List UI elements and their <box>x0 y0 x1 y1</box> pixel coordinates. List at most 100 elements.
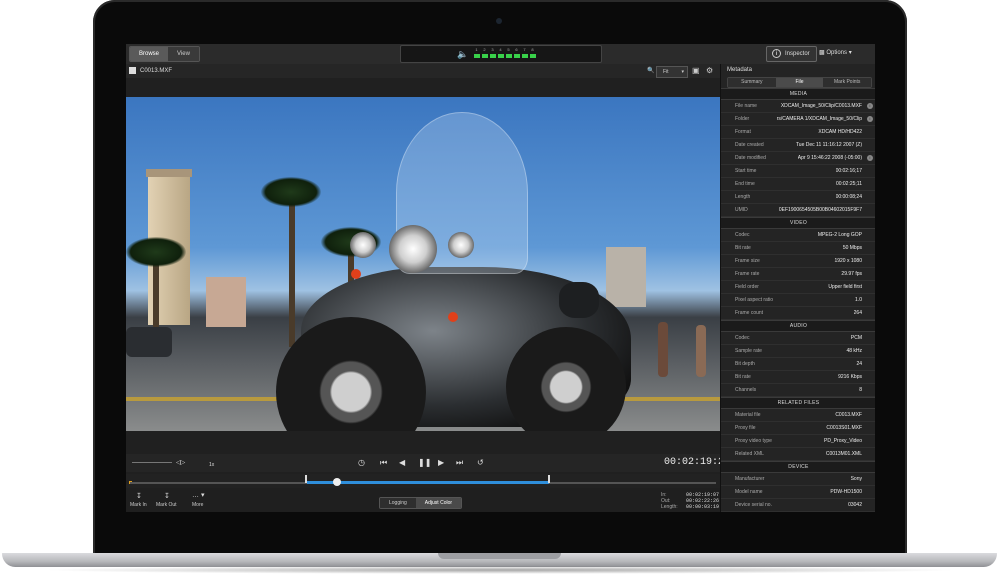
meter-led <box>529 54 536 58</box>
palm-trunk <box>289 197 295 347</box>
mark-in-icon[interactable]: ↧ <box>136 492 142 500</box>
length-label: Length: <box>661 504 678 510</box>
metadata-row: Frame rate 29.97 fps <box>721 268 875 281</box>
section-header-media[interactable]: MEDIA <box>721 88 875 100</box>
audio-meter: 🔈 12345678 <box>400 45 602 63</box>
metadata-key: Bit rate <box>735 245 751 251</box>
metadata-value: 50 Mbps <box>842 245 862 251</box>
tab-file[interactable]: File <box>775 78 824 87</box>
meter-channel: 4 <box>497 47 504 58</box>
metadata-key: Folder <box>735 116 750 122</box>
skip-forward-icon[interactable]: ⏭ <box>456 458 463 468</box>
meter-channel: 8 <box>529 47 536 58</box>
pedestrian <box>658 322 668 377</box>
skip-back-icon[interactable]: ⏮ <box>380 458 387 468</box>
step-forward-icon[interactable]: ▶ <box>438 458 444 468</box>
metadata-key: Channels <box>735 387 757 393</box>
options-button[interactable]: ▩ Options ▾ <box>819 46 852 60</box>
tab-summary[interactable]: Summary <box>728 78 776 87</box>
meter-channel-number: 7 <box>523 47 526 52</box>
section-header-related[interactable]: RELATED FILES <box>721 397 875 409</box>
metadata-row: Date modified Apr 9 15:46:22 2008 (-05:00… <box>721 152 875 165</box>
passenger-backrest <box>559 282 599 318</box>
metadata-key: Frame size <box>735 258 760 264</box>
mode-toggle: Logging Adjust Color <box>379 497 463 509</box>
clock-icon[interactable]: ◷ <box>358 458 365 468</box>
info-icon[interactable]: i <box>867 116 873 122</box>
metadata-row: File name XDCAM_Image_50/Clip/C0013.MXF i <box>721 100 875 113</box>
tab-view[interactable]: View <box>168 47 199 61</box>
metadata-value: 9216 Kbps <box>838 374 862 380</box>
meter-channel-number: 5 <box>507 47 510 52</box>
palm-trunk <box>153 257 159 337</box>
camera-dot <box>496 18 502 24</box>
step-back-icon[interactable]: ◀ <box>399 458 405 468</box>
meter-channel: 3 <box>489 47 496 58</box>
zoom-value: Fit <box>663 69 669 75</box>
tab-logging[interactable]: Logging <box>380 498 416 508</box>
metadata-row: Related XML C0013M01.XML <box>721 448 875 461</box>
pause-icon[interactable]: ❚❚ <box>418 458 431 468</box>
laptop-notch <box>438 553 561 559</box>
metadata-key: Proxy file <box>735 425 756 431</box>
metadata-value: 1.0 <box>855 297 862 303</box>
mark-out-button[interactable]: Mark Out <box>156 502 177 508</box>
metadata-value: XDCAM HD/HD422 <box>818 129 862 135</box>
mark-in-button[interactable]: Mark In <box>130 502 147 508</box>
info-icon[interactable]: i <box>867 103 873 109</box>
metadata-row: Format XDCAM HD/HD422 <box>721 126 875 139</box>
info-icon[interactable]: i <box>867 155 873 161</box>
mark-out-icon[interactable]: ↧ <box>164 492 170 500</box>
more-icon[interactable]: … ▾ <box>192 491 204 499</box>
metadata-row: Pixel aspect ratio 1.0 <box>721 294 875 307</box>
metadata-value: 29.97 fps <box>841 271 862 277</box>
section-header-device[interactable]: DEVICE <box>721 461 875 473</box>
fullscreen-icon[interactable]: ▣ <box>692 66 700 76</box>
tab-browse[interactable]: Browse <box>130 47 169 61</box>
in-out-range[interactable] <box>307 481 549 484</box>
gear-icon[interactable]: ⚙ <box>706 66 713 76</box>
in-point-handle[interactable] <box>305 475 307 483</box>
shuttle-slider[interactable] <box>132 462 172 463</box>
shuttle-icon[interactable]: ◁▷ <box>176 458 185 468</box>
metadata-key: Codec <box>735 335 750 341</box>
metadata-row: Start time 00:02:16;17 <box>721 165 875 178</box>
clip-header: C0013.MXF 🔍 Fit ▾ ▣ ⚙ <box>126 64 720 78</box>
metadata-row: Codec PCM <box>721 332 875 345</box>
inspector-button[interactable]: i Inspector <box>766 46 817 62</box>
metadata-value: 264 <box>853 310 862 316</box>
timeline[interactable] <box>126 474 720 488</box>
tab-adjust-color[interactable]: Adjust Color <box>415 498 462 508</box>
meter-channel-number: 8 <box>531 47 534 52</box>
speaker-icon[interactable]: 🔈 <box>457 49 468 60</box>
playhead[interactable] <box>333 478 341 486</box>
headlight <box>389 225 437 273</box>
more-button[interactable]: More <box>192 502 203 508</box>
metadata-row: Model name PDW-HD1500 <box>721 486 875 499</box>
meter-led <box>505 54 512 58</box>
loop-icon[interactable]: ↺ <box>477 458 484 468</box>
metadata-key: Date modified <box>735 155 766 161</box>
metadata-key: Bit depth <box>735 361 755 367</box>
section-header-video[interactable]: VIDEO <box>721 217 875 229</box>
metadata-value: PD_Proxy_Video <box>824 438 862 444</box>
search-icon[interactable]: 🔍 <box>647 66 654 76</box>
metadata-row: Frame size 1920 x 1080 <box>721 255 875 268</box>
in-out-values: 00:02:19:07 00:02:22:26 00:00:03:19 <box>686 492 719 510</box>
metadata-key: Start time <box>735 168 757 174</box>
meter-led <box>481 54 488 58</box>
zoom-select[interactable]: Fit ▾ <box>656 66 688 78</box>
metadata-key: Material file <box>735 412 761 418</box>
section-header-audio[interactable]: AUDIO <box>721 320 875 332</box>
metadata-value: 00:02:16;17 <box>835 168 862 174</box>
turn-signal <box>351 269 361 279</box>
out-point-handle[interactable] <box>548 475 550 483</box>
metadata-key: Date created <box>735 142 764 148</box>
transport-bar: ◁▷ 1x ◷ ⏮ ◀ ❚❚ ▶ ⏭ ↺ 00:02:19:20 <box>126 454 730 472</box>
meter-channel: 7 <box>521 47 528 58</box>
tab-mark-points[interactable]: Mark Points <box>823 78 871 87</box>
video-viewer[interactable] <box>126 97 720 431</box>
metadata-key: Codec <box>735 232 750 238</box>
metadata-value: 8 <box>859 387 862 393</box>
metadata-key: Proxy video type <box>735 438 772 444</box>
